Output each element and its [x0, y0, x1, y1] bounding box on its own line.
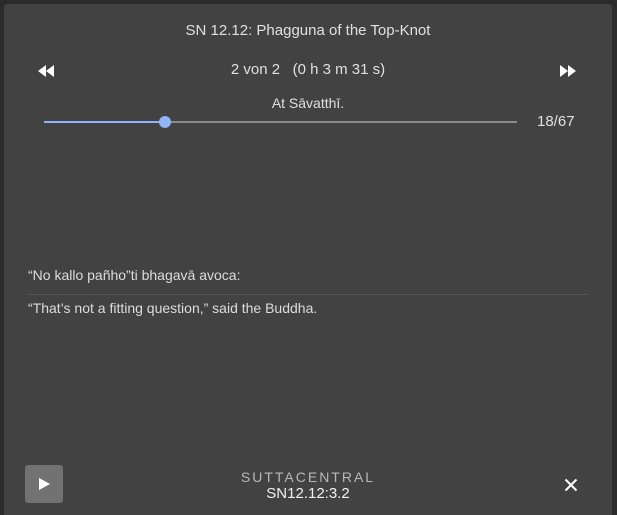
segment-title: At Sāvatthī. [271, 95, 345, 111]
fast-forward-icon [560, 65, 576, 77]
close-button[interactable] [560, 474, 582, 496]
brand-label: SUTTACENTRAL [240, 469, 376, 485]
progress-slider[interactable] [44, 114, 517, 130]
next-track-button[interactable] [554, 60, 582, 82]
close-icon [564, 478, 578, 492]
sutta-title: SN 12.12: Phagguna of the Top-Knot [185, 22, 431, 39]
translation-text: “That’s not a fitting question,” said th… [28, 300, 318, 316]
segment-counter: 18/67 [537, 113, 575, 130]
audio-player-panel: SN 12.12: Phagguna of the Top-Knot 2 von… [4, 4, 612, 515]
pali-text: “No kallo pañho”ti bhagavā avoca: [28, 267, 241, 283]
segment-reference: SN12.12:3.2 [266, 485, 350, 502]
slider-thumb[interactable] [158, 116, 171, 128]
slider-fill [44, 121, 165, 123]
text-divider [28, 294, 587, 295]
track-info: 2 von 2 (0 h 3 m 31 s) [230, 61, 386, 78]
